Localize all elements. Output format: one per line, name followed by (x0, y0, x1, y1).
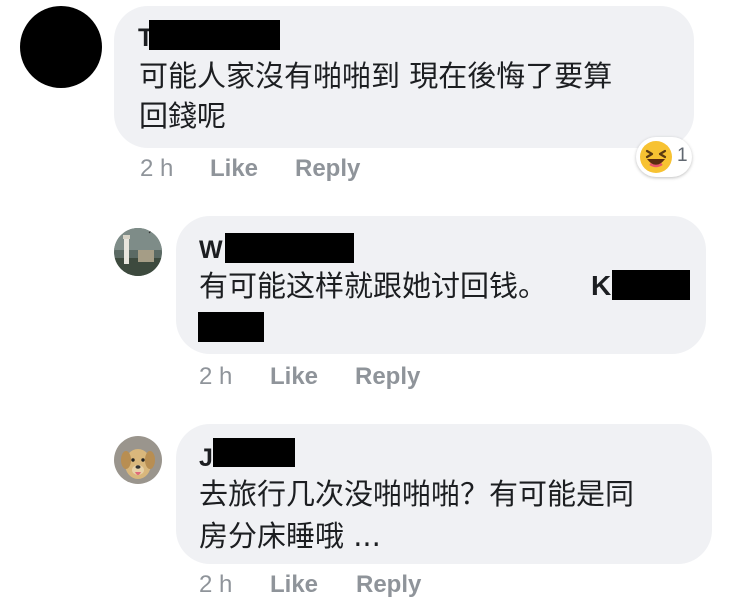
comment-text-line: 回錢呢 (139, 99, 227, 133)
avatar[interactable] (114, 228, 162, 276)
reply-button[interactable]: Reply (356, 570, 421, 600)
comment-timestamp[interactable]: 2 h (199, 362, 232, 392)
like-button[interactable]: Like (270, 362, 318, 392)
like-button[interactable]: Like (270, 570, 318, 600)
reaction-badge[interactable]: 1 (636, 137, 692, 177)
laughing-emoji-icon (640, 141, 672, 173)
dog-photo-icon (114, 436, 162, 484)
avatar[interactable] (20, 6, 102, 88)
mention-initial[interactable]: K (591, 266, 611, 306)
comment-text-line: 房分床睡哦 ... (199, 519, 381, 553)
name-redaction (213, 438, 295, 467)
author-name[interactable]: J (199, 444, 213, 472)
like-button[interactable]: Like (210, 154, 258, 184)
reply-button[interactable]: Reply (355, 362, 420, 392)
mention-redaction (612, 270, 690, 300)
comment-text-line: 去旅行几次没啪啪啪？有可能是同 (199, 477, 635, 511)
comment-timestamp[interactable]: 2 h (199, 570, 232, 600)
name-redaction (149, 20, 280, 50)
comment-timestamp[interactable]: 2 h (140, 154, 173, 184)
comment-text-line: 可能人家沒有啪啪到 現在後悔了要算 (139, 59, 613, 93)
lighthouse-photo-icon (114, 228, 162, 276)
reply-button[interactable]: Reply (295, 154, 360, 184)
avatar[interactable] (114, 436, 162, 484)
author-name[interactable]: W (199, 236, 223, 264)
name-redaction (225, 233, 354, 263)
reaction-count: 1 (677, 145, 688, 166)
comment-text-line: 有可能这样就跟她讨回钱。 (199, 269, 548, 303)
mention-redaction (198, 312, 264, 342)
